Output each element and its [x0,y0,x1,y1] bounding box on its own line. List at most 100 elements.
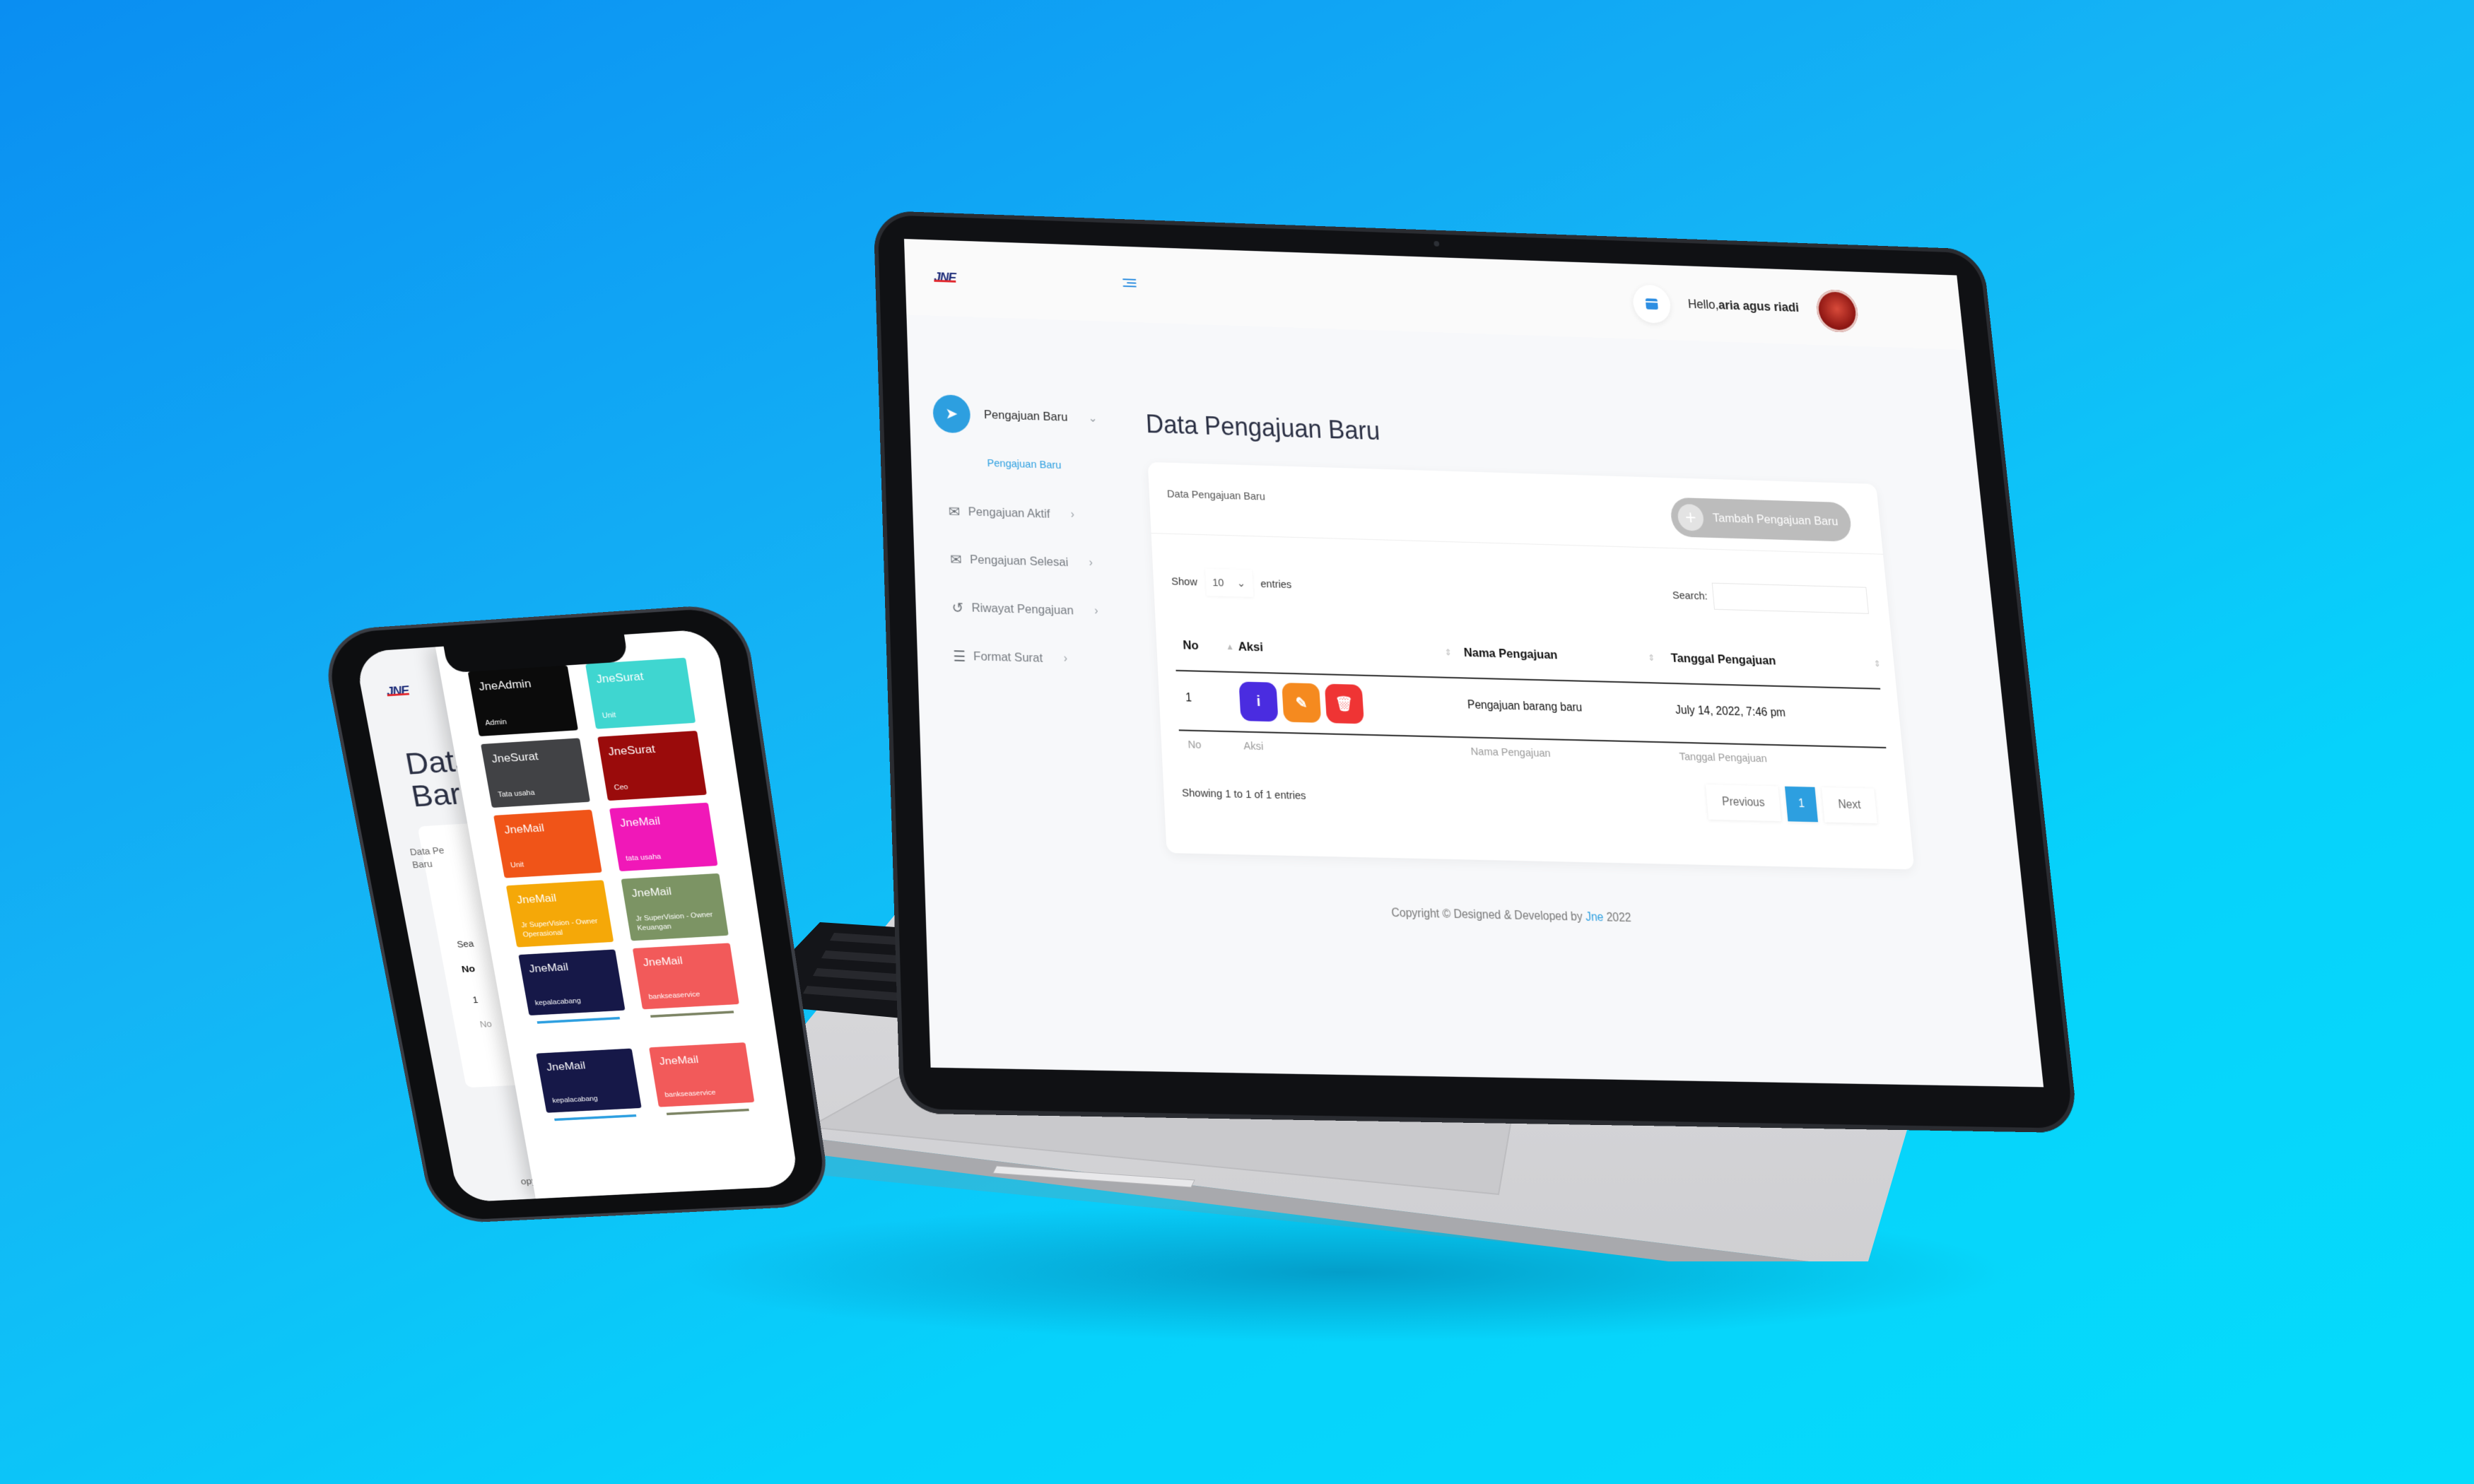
sort-icon: ⇕ [1647,652,1655,664]
add-button-label: Tambah Pengajuan Baru [1712,511,1839,529]
app-tile[interactable]: JneMail Unit [493,809,602,878]
footer-no: No [1188,738,1202,752]
cell-tanggal: July 14, 2022, 7:46 pm [1675,704,1786,719]
app-tile-role: kepalacabang [551,1095,599,1105]
next-button[interactable]: Next [1822,787,1877,824]
app-tile[interactable]: JneMail bankseaservice [649,1042,755,1116]
plus-icon: + [1677,503,1705,531]
app-tile[interactable]: JneMail tata usaha [609,802,718,872]
sidebar-item-label: Format Surat [973,649,1043,665]
app-tile-role: Jr SuperVision - Owner Operasional [520,917,599,939]
app-tile-name: JneMail [658,1053,700,1068]
card-subtitle: Data Pengajuan Baru [1166,488,1266,503]
pengajuan-table: No ▲ Aksi ⇕ Nama Pengajuan ⇕ Tanggal Pen… [1173,626,1887,765]
column-label: Tanggal Pengajuan [1670,651,1777,668]
app-tile-role: Jr SuperVision - Owner Keuangan [635,911,714,932]
chevron-right-icon: › [1089,556,1094,570]
delete-button[interactable]: 🗑 [1324,683,1364,724]
app-tile[interactable]: JneMail Jr SuperVision - Owner Keuangan [621,873,729,941]
add-pengajuan-button[interactable]: + Tambah Pengajuan Baru [1669,497,1853,542]
search-label: Search: [1672,589,1708,602]
column-header-nama-pengajuan[interactable]: Nama Pengajuan ⇕ [1463,646,1655,663]
app-tile[interactable]: JneMail Jr SuperVision - Owner Operasiona… [505,880,614,948]
card-subtitle: Data Pe Baru [409,844,447,871]
sidebar-item-format-surat[interactable]: ☰ Format Surat › [945,642,1068,674]
menu-toggle-icon[interactable] [1122,276,1137,289]
jne-logo[interactable]: JNE [934,270,956,285]
chevron-down-icon: ⌄ [1088,412,1098,425]
app-tile[interactable]: JneSurat Unit [585,657,696,729]
greeting: Hello,aria agus riadi [1687,297,1800,315]
entries-select[interactable]: 10 ⌄ [1204,568,1253,597]
brand-link[interactable]: Jne [1585,911,1604,924]
chevron-down-icon: ⌄ [1236,577,1246,590]
laptop: JNE Hello,aria agus riadi ➤ Pengajuan Ba… [873,210,2079,1133]
info-button[interactable]: i [1238,681,1279,722]
app-tile-role: Admin [484,717,508,727]
chevron-right-icon: › [1063,652,1068,665]
phone: JNE Data Baru Data Pe Baru Sea No 1 No o… [322,606,829,1222]
sidebar-item-label: Pengajuan Baru [983,408,1068,424]
tile-underline [666,1108,749,1116]
app-tile-name: JneMail [515,891,558,907]
app-tile-name: JneSurat [606,742,657,758]
table-info: Showing 1 to 1 of 1 entries [1181,787,1307,803]
app-tile-name: JneSurat [595,669,645,686]
sidebar: ➤ Pengajuan Baru ⌄ Pengajuan Baru ✉ Peng… [906,314,1146,1071]
mail-check-icon: ✉ [948,504,961,520]
entries-length-control: Show 10 ⌄ entries [1171,567,1292,598]
sidebar-item-pengajuan-selesai[interactable]: ✉ Pengajuan Selesai › [942,545,1094,578]
sidebar-item-pengajuan-baru[interactable]: ➤ Pengajuan Baru ⌄ [932,394,1098,434]
footer-tanggal: Tanggal Pengajuan [1679,750,1768,765]
app-tile[interactable]: JneAdmin Admin [467,665,578,736]
column-header-no[interactable]: No ▲ [1182,638,1234,653]
app-tile-role: Unit [602,711,617,720]
sidebar-item-pengajuan-aktif[interactable]: ✉ Pengajuan Aktif › [940,497,1075,529]
card-subtitle-line2: Baru [411,858,433,870]
app-tile-name: JneMail [618,814,662,830]
page-title: Data Pengajuan Baru [1145,409,1381,446]
card-subtitle-line1: Data Pe [409,844,445,858]
cell-nama: Pengajuan barang baru [1467,699,1583,714]
app-tile[interactable]: JneSurat Tata usaha [481,738,590,808]
column-header-aksi[interactable]: Aksi ⇕ [1238,640,1452,657]
footer-no: No [479,1018,493,1030]
calendar-icon[interactable] [1631,284,1672,324]
mail-open-icon: ✉ [949,551,963,568]
app-tile-name: JneMail [503,821,546,837]
copyright-year: 2022 [1606,911,1632,925]
app-tile[interactable]: JneSurat Ceo [597,730,707,801]
sidebar-item-riwayat-pengajuan[interactable]: ↺ Riwayat Pengajuan › [943,593,1098,626]
previous-button[interactable]: Previous [1705,784,1782,822]
show-label: Show [1171,575,1198,589]
column-header-tanggal-pengajuan[interactable]: Tanggal Pengajuan ⇕ [1670,651,1881,669]
app-tile[interactable]: JneMail kepalacabang [518,949,626,1024]
app-tile-role: bankseaservice [664,1088,717,1099]
app-tile-name: JneMail [642,954,684,969]
app-tile[interactable]: JneMail bankseaservice [632,943,739,1018]
column-label: No [1182,638,1200,653]
edit-button[interactable]: ✎ [1282,683,1322,723]
search-input[interactable] [1711,582,1869,614]
chevron-right-icon: › [1070,508,1075,521]
footer-nama: Nama Pengajuan [1470,745,1552,760]
sort-icon: ⇕ [1873,659,1882,669]
page-button[interactable]: 1 [1785,786,1819,823]
app-tile-role: Ceo [613,783,629,792]
sidebar-item-label: Pengajuan Aktif [968,505,1050,521]
history-icon: ↺ [951,599,964,616]
app-tile-name: JneMail [545,1059,587,1073]
tile-underline [554,1114,637,1121]
jne-logo[interactable]: JNE [385,683,410,699]
entries-label: entries [1260,577,1292,591]
avatar[interactable] [1815,289,1860,333]
footer-aksi: Aksi [1243,739,1264,753]
info-icon: i [1256,693,1261,709]
search-control: Search: [1671,582,1869,614]
sidebar-subitem-pengajuan-baru[interactable]: Pengajuan Baru [987,457,1061,471]
tile-underline [650,1011,734,1018]
app-tile[interactable]: JneMail kepalacabang [536,1048,642,1121]
tile-underline [537,1016,621,1024]
app-tile-role: tata usaha [625,852,662,863]
app-tile-name: JneSurat [490,750,539,765]
